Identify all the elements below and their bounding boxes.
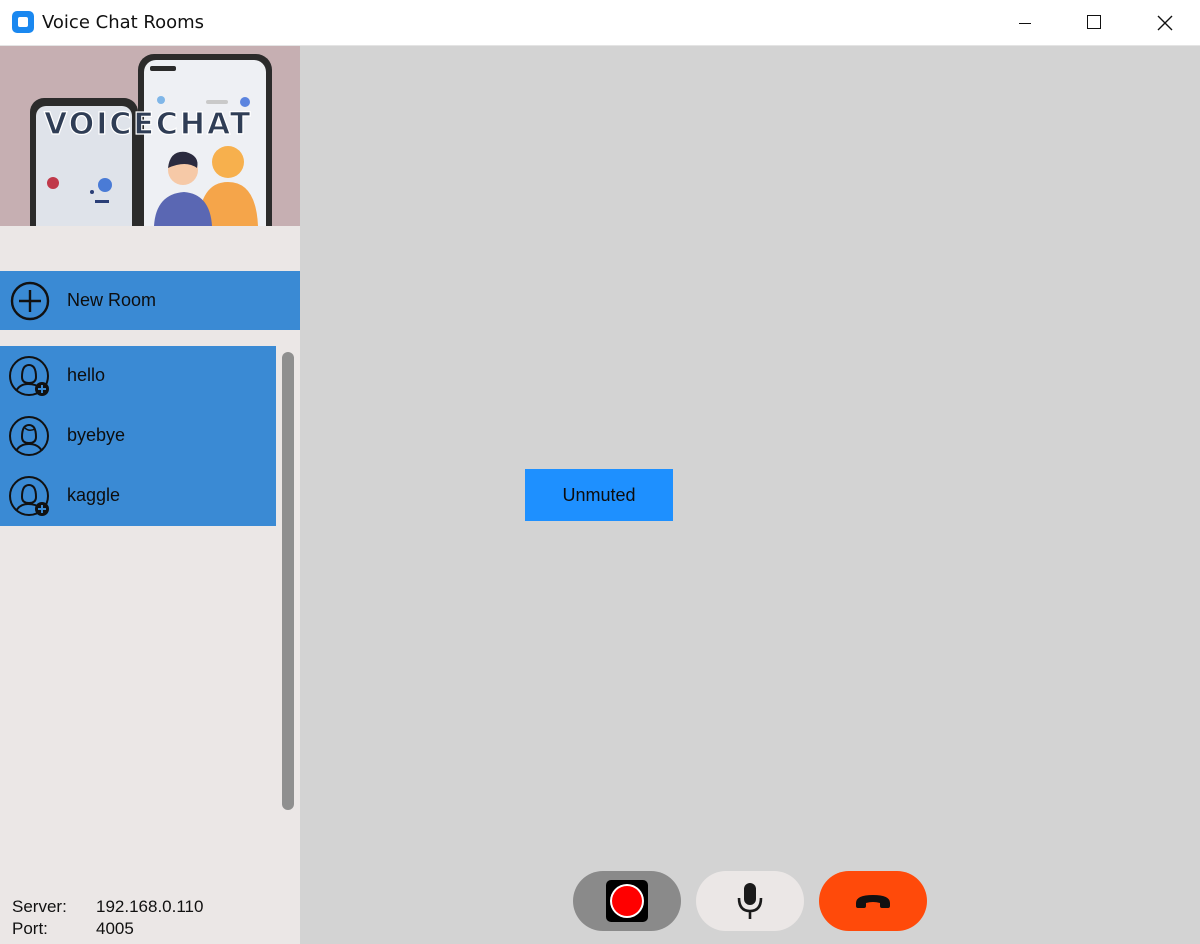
server-label: Server: <box>12 897 67 916</box>
room-list: hello byebye kaggle <box>0 346 276 526</box>
user-add-icon <box>9 476 49 516</box>
plus-circle-icon <box>10 281 50 321</box>
room-item-byebye[interactable]: byebye <box>0 406 276 466</box>
close-button[interactable] <box>1130 0 1200 46</box>
server-value: 192.168.0.110 <box>96 897 204 916</box>
user-icon <box>9 416 49 456</box>
port-label: Port: <box>12 919 48 938</box>
microphone-button[interactable] <box>696 871 804 931</box>
window-title: Voice Chat Rooms <box>42 12 205 33</box>
maximize-button[interactable] <box>1060 0 1130 46</box>
new-room-label: New Room <box>67 290 157 310</box>
room-item-kaggle[interactable]: kaggle <box>0 466 276 526</box>
room-name: kaggle <box>67 485 121 505</box>
room-name: hello <box>67 365 106 385</box>
room-list-scrollbar[interactable] <box>282 352 294 810</box>
room-name: byebye <box>67 425 126 445</box>
hang-up-icon <box>856 895 890 908</box>
record-button[interactable] <box>573 871 681 931</box>
mute-toggle-button[interactable]: Unmuted <box>525 469 673 521</box>
microphone-icon <box>737 883 763 919</box>
hang-up-button[interactable] <box>819 871 927 931</box>
user-add-icon <box>9 356 49 396</box>
room-item-hello[interactable]: hello <box>0 346 276 406</box>
record-icon <box>606 880 648 922</box>
app-icon <box>12 11 34 33</box>
sidebar: VOICECHAT New Room hello byebye kaggle S… <box>0 46 300 944</box>
close-icon <box>1157 15 1173 31</box>
voicechat-logo: VOICECHAT <box>44 107 252 142</box>
port-value: 4005 <box>96 919 134 938</box>
voicechat-banner-illustration: VOICECHAT <box>0 46 300 226</box>
title-bar: Voice Chat Rooms <box>0 0 1200 46</box>
new-room-button[interactable]: New Room <box>0 271 300 330</box>
minimize-button[interactable] <box>990 0 1060 46</box>
voicechat-banner: VOICECHAT <box>0 46 300 226</box>
